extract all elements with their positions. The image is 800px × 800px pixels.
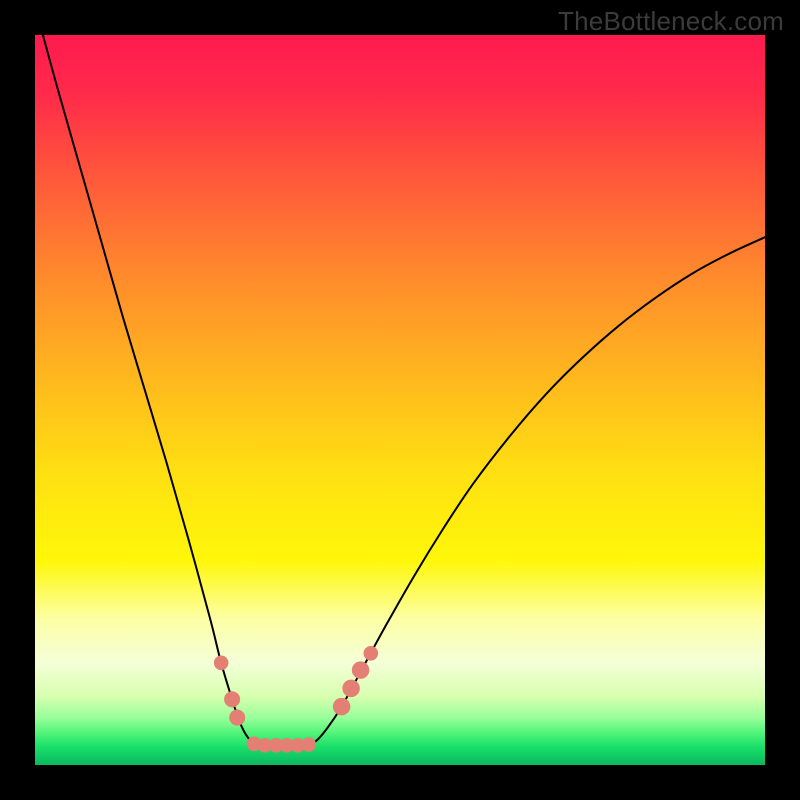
marker-left-b xyxy=(229,710,245,726)
chart-svg xyxy=(35,35,765,765)
marker-left-upper xyxy=(214,656,229,671)
plot-area xyxy=(35,35,765,765)
chart-frame: TheBottleneck.com xyxy=(0,0,800,800)
marker-floor-6 xyxy=(301,737,316,752)
marker-right-upper xyxy=(364,646,379,661)
bottleneck-curve xyxy=(35,35,765,746)
marker-right-b xyxy=(342,680,360,698)
marker-group xyxy=(214,646,378,753)
watermark-text: TheBottleneck.com xyxy=(558,6,784,37)
marker-right-a xyxy=(333,698,351,716)
marker-right-c xyxy=(352,661,370,679)
marker-left-a xyxy=(224,691,240,707)
